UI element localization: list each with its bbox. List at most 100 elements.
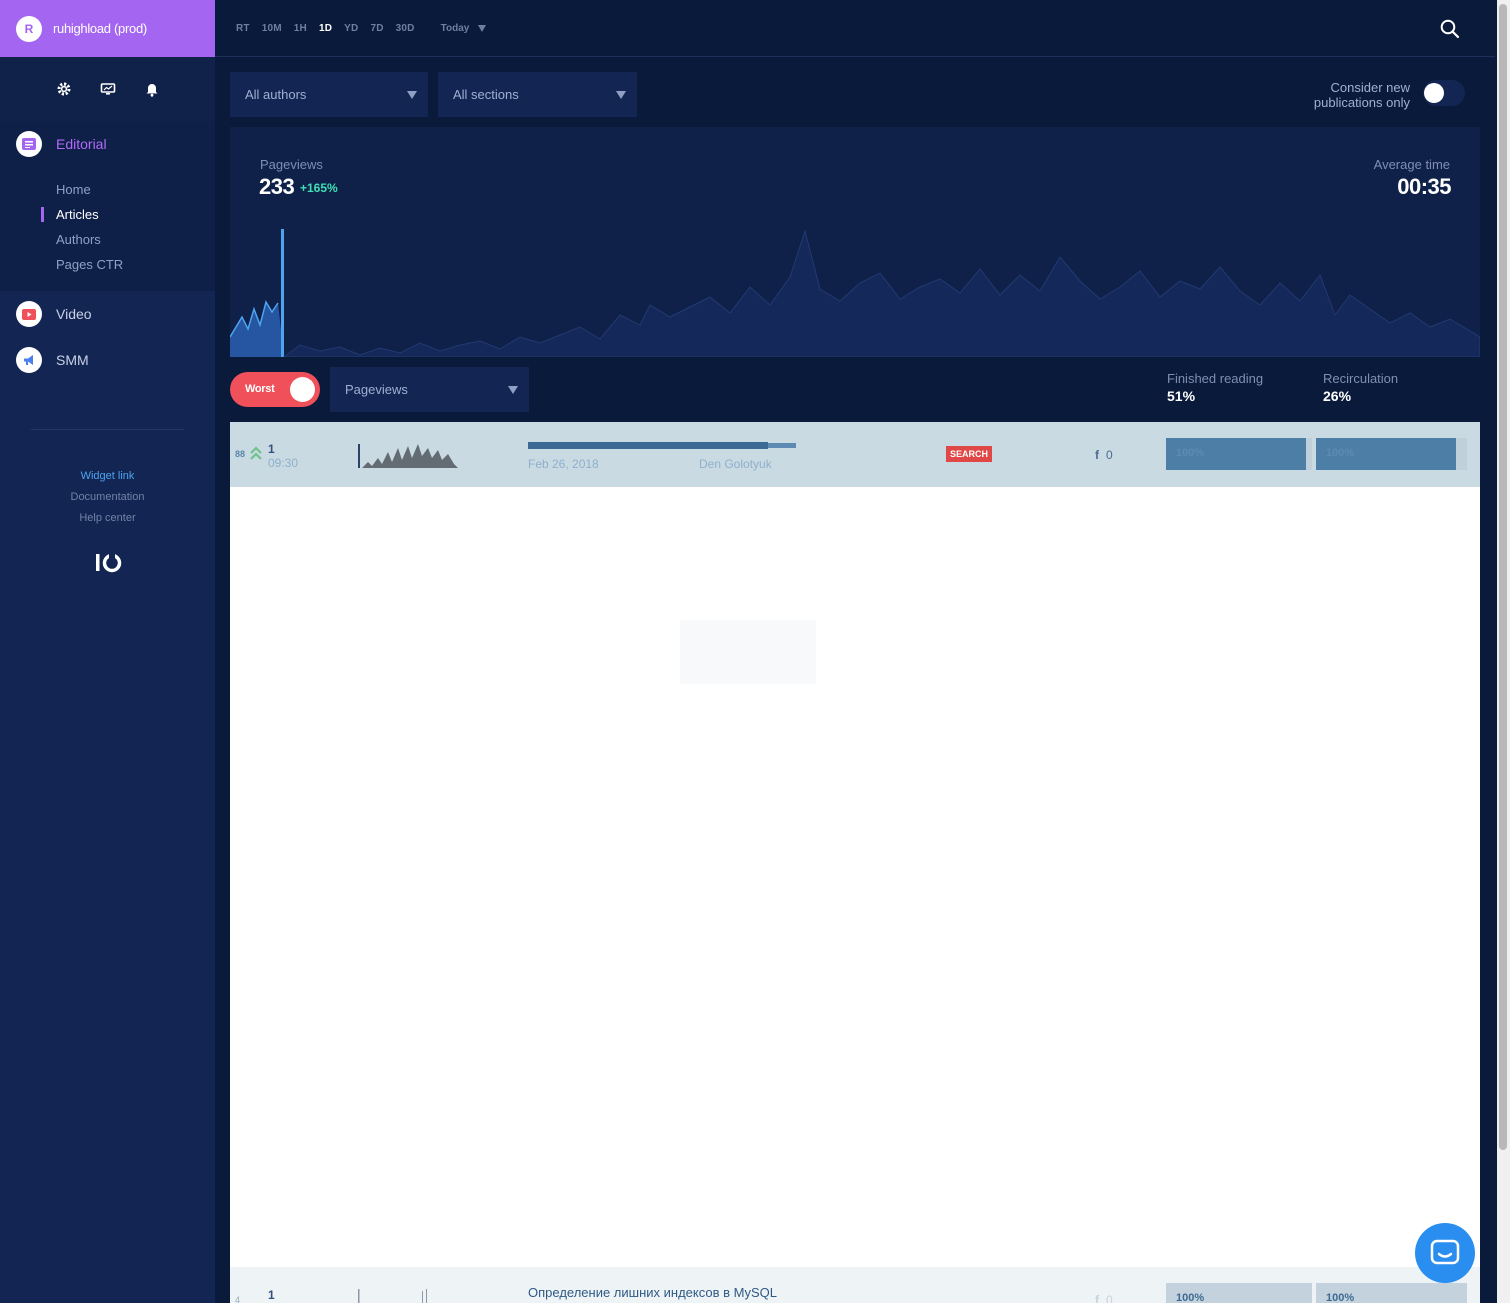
avg-time-value: 00:35	[1397, 174, 1451, 199]
sidebar-item-articles[interactable]: Articles	[0, 202, 215, 227]
pageviews-value: 233	[259, 174, 295, 199]
recirculation-bar: 100%	[1316, 1283, 1467, 1303]
sidebar-item-authors[interactable]: Authors	[0, 227, 215, 252]
editorial-icon	[16, 131, 42, 157]
row-rank: 1	[268, 1288, 275, 1302]
traffic-source-tag: SEARCH	[946, 446, 993, 462]
pageviews-label: Pageviews	[260, 157, 323, 172]
brand-logo	[92, 551, 124, 575]
widget-link[interactable]: Widget link	[0, 466, 215, 487]
editorial-subnav: Home Articles Authors Pages CTR	[0, 167, 215, 291]
chevron-down-icon	[478, 24, 487, 32]
loading-placeholder	[680, 620, 816, 684]
recirculation-label: Recirculation	[1323, 371, 1399, 386]
period-30d[interactable]: 30D	[396, 23, 415, 34]
bell-icon[interactable]	[144, 81, 160, 97]
chat-launcher-button[interactable]	[1415, 1223, 1475, 1283]
sidebar-item-pages-ctr[interactable]: Pages CTR	[0, 252, 215, 277]
consider-line-1: Consider new	[1330, 80, 1411, 95]
pageviews-chart-panel: Pageviews 233 +165% Average time 00:35	[230, 127, 1480, 357]
recirculation-summary: Recirculation 26%	[1323, 371, 1398, 404]
sort-by-dropdown[interactable]: Pageviews	[330, 367, 529, 412]
chat-icon	[1430, 1239, 1460, 1265]
row-mini-chart	[358, 1289, 427, 1303]
nav-section-label: Editorial	[56, 136, 107, 152]
period-bar: RT 10M 1H 1D YD 7D 30D Today	[215, 0, 1495, 57]
finished-reading-value: 51%	[1167, 388, 1196, 404]
consider-new-toggle[interactable]	[1423, 80, 1465, 106]
finished-reading-summary: Finished reading 51%	[1167, 371, 1263, 404]
account-name: ruhighload (prod)	[53, 21, 147, 36]
facebook-shares: f0	[1095, 1293, 1113, 1303]
range-label: Today	[440, 22, 470, 34]
sidebar-tools	[0, 57, 215, 121]
period-10m[interactable]: 10M	[262, 23, 282, 34]
finished-reading-bar: 100%	[1166, 1283, 1312, 1303]
row-mini-chart	[358, 444, 458, 468]
chevron-down-icon	[616, 91, 626, 99]
facebook-share-count: 0	[1106, 448, 1113, 462]
row-rank: 1	[268, 442, 275, 456]
page-scrollbar[interactable]	[1497, 0, 1510, 1303]
finished-reading-label: Finished reading	[1167, 371, 1264, 386]
row-index: 4	[235, 1295, 241, 1303]
period-1h[interactable]: 1H	[294, 23, 307, 34]
monitor-icon[interactable]	[100, 81, 116, 97]
chevron-down-icon	[407, 91, 417, 99]
finished-reading-percent: 100%	[1176, 447, 1205, 459]
filters-bar: All authors All sections Consider new pu…	[230, 72, 1480, 118]
nav-section-smm[interactable]: SMM	[0, 337, 215, 383]
row-title-redacted[interactable]	[528, 440, 798, 455]
range-dropdown[interactable]: Today	[441, 23, 487, 34]
period-rt[interactable]: RT	[236, 23, 250, 34]
sparkline-area	[230, 302, 284, 357]
account-switcher[interactable]: R ruhighload (prod)	[0, 0, 215, 57]
redacted-title-bar	[528, 442, 796, 449]
worst-toggle[interactable]: Worst	[230, 372, 320, 407]
pageviews-delta: +165%	[300, 181, 338, 195]
authors-filter[interactable]: All authors	[230, 72, 428, 117]
nav-section-editorial[interactable]: Editorial	[0, 121, 215, 167]
sparkline-history	[283, 229, 1480, 357]
account-avatar: R	[16, 15, 42, 42]
articles-table: 88 1 09:30 Feb 26, 2018 Den Golotyuk SEA…	[230, 422, 1480, 1303]
documentation-link[interactable]: Documentation	[0, 487, 215, 508]
period-7d[interactable]: 7D	[370, 23, 383, 34]
worst-toggle-label: Worst	[245, 383, 275, 395]
chevron-down-icon	[508, 386, 518, 394]
avg-time-label: Average time	[1373, 157, 1450, 172]
recirculation-percent: 100%	[1326, 447, 1355, 459]
sidebar: R ruhighload (prod) Editorial Home Artic…	[0, 0, 215, 1303]
main-area: RT 10M 1H 1D YD 7D 30D Today All authors…	[215, 0, 1495, 1303]
authors-filter-value: All authors	[245, 87, 307, 102]
consider-new-label: Consider new publications only	[1314, 80, 1410, 110]
facebook-icon: f	[1095, 1293, 1099, 1303]
facebook-icon: f	[1095, 448, 1099, 462]
nav-section-label: SMM	[56, 352, 89, 368]
pageviews-sparkline	[230, 229, 1480, 357]
row-date: Feb 26, 2018	[528, 457, 599, 471]
trend-up-icon	[250, 446, 262, 460]
sort-by-value: Pageviews	[345, 382, 408, 397]
nav-section-label: Video	[56, 306, 92, 322]
finished-reading-percent: 100%	[1176, 1292, 1205, 1303]
period-1d[interactable]: 1D	[319, 23, 332, 34]
search-icon[interactable]	[1440, 19, 1460, 39]
row-title[interactable]: Определение лишних индексов в MySQL	[528, 1285, 777, 1300]
toggle-knob	[1424, 83, 1444, 103]
row-author[interactable]: Den Golotyuk	[699, 457, 772, 471]
scrollbar-thumb[interactable]	[1499, 4, 1507, 1150]
nav-section-video[interactable]: Video	[0, 291, 215, 337]
facebook-shares: f0	[1095, 448, 1113, 462]
row-marker: 88	[235, 449, 246, 459]
gear-icon[interactable]	[56, 81, 72, 97]
sections-filter-value: All sections	[453, 87, 519, 102]
sections-filter[interactable]: All sections	[438, 72, 637, 117]
row-time: 09:30	[268, 456, 299, 470]
period-yd[interactable]: YD	[344, 23, 358, 34]
table-row[interactable]: 4 1 Определение лишних индексов в MySQL …	[230, 1267, 1480, 1303]
sidebar-item-home[interactable]: Home	[0, 177, 215, 202]
help-center-link[interactable]: Help center	[0, 508, 215, 529]
table-row[interactable]: 88 1 09:30 Feb 26, 2018 Den Golotyuk SEA…	[230, 422, 1480, 487]
sidebar-divider	[31, 429, 184, 430]
